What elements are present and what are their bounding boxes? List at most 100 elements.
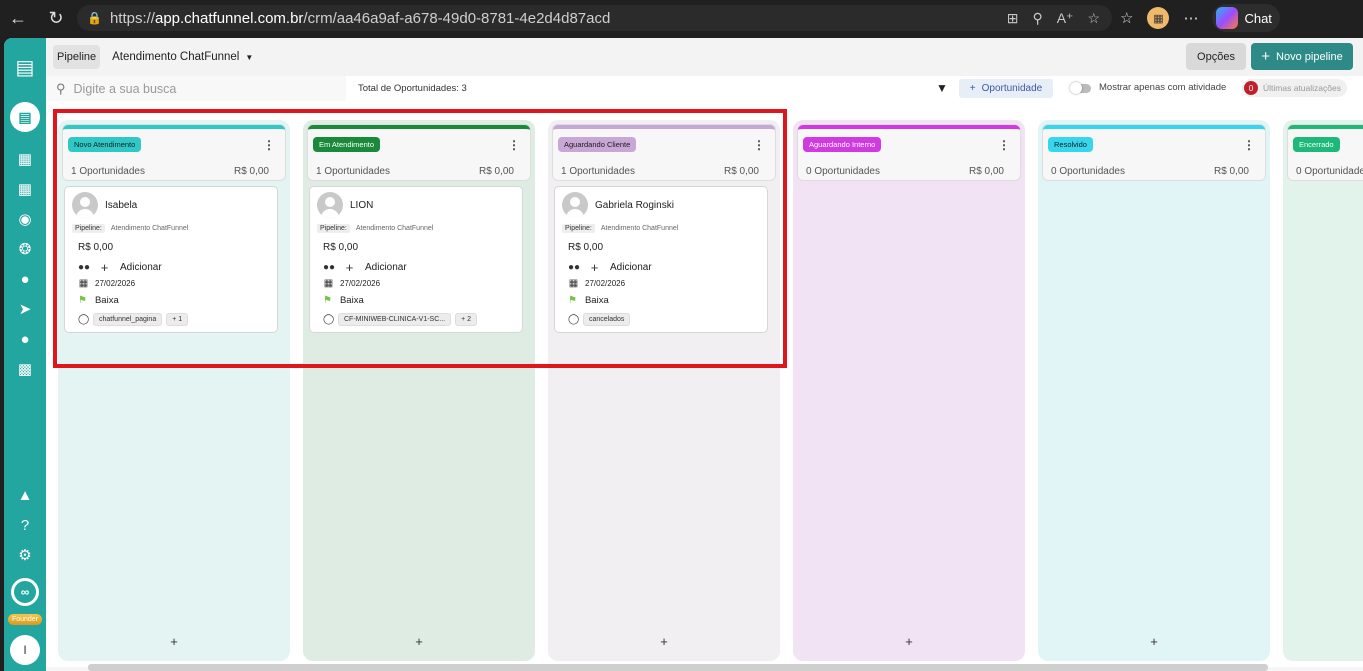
priority-row: ⚑ Baixa — [323, 295, 364, 306]
more-tags-badge[interactable]: + 2 — [455, 313, 478, 326]
more-menu-icon[interactable]: ⋯ — [1183, 9, 1198, 27]
add-card-button[interactable]: + — [548, 634, 780, 649]
card-tag[interactable]: chatfunnel_pagina — [93, 313, 163, 326]
academy-icon[interactable]: ▲ — [4, 480, 46, 510]
lock-icon: 🔒 — [87, 11, 102, 25]
responsible-row[interactable]: ●● + Adicionar — [78, 260, 162, 275]
pipeline-topbar: Pipeline Atendimento ChatFunnel ▼ Opções… — [46, 38, 1363, 76]
favorite-star-icon[interactable]: ☆ — [1087, 10, 1100, 27]
date-row: ▦ 27/02/2026 — [323, 278, 380, 289]
founder-badge: Founder — [7, 614, 43, 625]
latest-updates-button[interactable]: 0 Últimas atualizações — [1242, 79, 1347, 97]
pipeline-value: Atendimento ChatFunnel — [600, 225, 679, 232]
flag-icon: ⚑ — [323, 295, 332, 306]
apps-icon[interactable]: ⊞ — [1007, 10, 1019, 27]
app-window: ▤ ▤ ▦ ▦ ◉ ❂ ● ➤ ● ▩ ▲ ? ⚙ ∞ Founder I Pi… — [4, 38, 1363, 671]
infinity-plan-icon[interactable]: ∞ — [11, 578, 39, 606]
new-pipeline-button[interactable]: + Novo pipeline — [1251, 43, 1353, 70]
column-menu-icon[interactable]: ⋮ — [508, 138, 520, 152]
new-pipeline-label: Novo pipeline — [1276, 50, 1343, 63]
address-bar[interactable]: 🔒 https://app.chatfunnel.com.br/crm/aa46… — [77, 5, 1112, 31]
card-tag[interactable]: cancelados — [583, 313, 631, 326]
opportunity-card[interactable]: Isabela Pipeline: Atendimento ChatFunnel R$… — [64, 186, 278, 333]
refresh-icon[interactable]: ↻ — [38, 0, 74, 36]
zoom-icon[interactable]: ⚲ — [1032, 10, 1042, 27]
card-pipeline: Pipeline: Atendimento ChatFunnel — [72, 224, 188, 233]
robot-icon[interactable]: ◉ — [4, 204, 46, 234]
add-card-button[interactable]: + — [58, 634, 290, 649]
column-menu-icon[interactable]: ⋮ — [1243, 138, 1255, 152]
user-avatar[interactable]: I — [10, 635, 40, 665]
add-card-button[interactable]: + — [1283, 634, 1363, 649]
options-button[interactable]: Opções — [1186, 43, 1246, 70]
sidebar-crm-active-icon[interactable]: ▤ — [10, 102, 40, 132]
contact-name: LION — [350, 200, 374, 211]
contact-avatar — [317, 192, 343, 218]
column-status-badge[interactable]: Resolvido — [1048, 137, 1093, 152]
dashboard-icon[interactable]: ▦ — [4, 144, 46, 174]
read-aloud-icon[interactable]: A⁺ — [1057, 10, 1074, 27]
brain-icon[interactable]: ❂ — [4, 234, 46, 264]
column-status-badge[interactable]: Aguardando Cliente — [558, 137, 637, 152]
horizontal-scrollbar[interactable] — [88, 664, 1268, 671]
add-card-button[interactable]: + — [303, 634, 535, 649]
updates-count-badge: 0 — [1244, 81, 1258, 95]
column-status-badge[interactable]: Encerrado — [1293, 137, 1340, 152]
contact-avatar — [562, 192, 588, 218]
search-input[interactable]: ⚲ Digite a sua busca — [46, 76, 346, 101]
filter-icon[interactable]: ▼ — [936, 81, 948, 95]
kanban-column: Novo Atendimento ⋮ 1 Oportunidades R$ 0,00 +… — [58, 120, 290, 661]
kanban-column: Aguardando Interno ⋮ 0 Oportunidades R$ 0,0… — [793, 120, 1025, 661]
pipeline-selector[interactable]: Atendimento ChatFunnel ▼ — [112, 51, 253, 63]
column-status-badge[interactable]: Aguardando Interno — [803, 137, 882, 152]
column-menu-icon[interactable]: ⋮ — [998, 138, 1010, 152]
responsible-row[interactable]: ●● + Adicionar — [568, 260, 652, 275]
user-icon[interactable]: ● — [4, 264, 46, 294]
pipeline-key: Pipeline: — [72, 224, 105, 233]
card-tag[interactable]: CF-MINIWEB-CLINICA-V1-SC... — [338, 313, 452, 326]
plus-icon: + — [590, 260, 599, 275]
tab-pipeline[interactable]: Pipeline — [53, 45, 101, 69]
calendar-icon: ▦ — [323, 278, 334, 289]
column-status-badge[interactable]: Em Atendimento — [313, 137, 381, 152]
send-icon[interactable]: ➤ — [4, 294, 46, 324]
kanban-column: Aguardando Cliente ⋮ 1 Oportunidades R$ 0,0… — [548, 120, 780, 661]
activity-toggle[interactable] — [1070, 82, 1091, 94]
add-opportunity-button[interactable]: + Oportunidade — [959, 79, 1053, 98]
opportunity-card[interactable]: LION Pipeline: Atendimento ChatFunnel R$ 0,… — [309, 186, 523, 333]
column-value: R$ 0,00 — [723, 166, 759, 177]
column-count: 0 Oportunidades — [1051, 166, 1125, 177]
column-header: Novo Atendimento ⋮ 1 Oportunidades R$ 0,00 — [63, 125, 285, 180]
card-pipeline: Pipeline: Atendimento ChatFunnel — [562, 224, 678, 233]
settings-icon[interactable]: ⚙ — [4, 540, 46, 570]
more-tags-badge[interactable]: + 1 — [166, 313, 189, 326]
reports-icon[interactable]: ▩ — [4, 354, 46, 384]
column-count: 1 Oportunidades — [561, 166, 635, 177]
plus-icon: + — [1261, 48, 1271, 65]
kanban-column: Resolvido ⋮ 0 Oportunidades R$ 0,00 + — [1038, 120, 1270, 661]
opportunity-card[interactable]: Gabriela Roginski Pipeline: Atendimento Ch… — [554, 186, 768, 333]
calculator-extension-icon[interactable]: ▦ — [1147, 7, 1170, 29]
chat-icon[interactable]: ● — [4, 324, 46, 354]
column-menu-icon[interactable]: ⋮ — [263, 138, 275, 152]
add-card-button[interactable]: + — [1038, 634, 1270, 649]
board-icon[interactable]: ▦ — [4, 174, 46, 204]
flag-icon: ⚑ — [568, 295, 577, 306]
map-logo-icon[interactable]: ▤ — [4, 52, 46, 82]
contact-name: Isabela — [105, 200, 138, 211]
copilot-chat-button[interactable]: Chat — [1212, 4, 1280, 32]
column-count: 1 Oportunidades — [71, 166, 145, 177]
column-menu-icon[interactable]: ⋮ — [753, 138, 765, 152]
responsible-row[interactable]: ●● + Adicionar — [323, 260, 407, 275]
column-value: R$ 0,00 — [1213, 166, 1249, 177]
add-card-button[interactable]: + — [793, 634, 1025, 649]
tags-row: ◯ cancelados — [568, 313, 631, 326]
help-icon[interactable]: ? — [4, 510, 46, 540]
add-responsible-label: Adicionar — [365, 262, 407, 273]
sidebar: ▤ ▤ ▦ ▦ ◉ ❂ ● ➤ ● ▩ ▲ ? ⚙ ∞ Founder I — [4, 38, 46, 671]
card-priority: Baixa — [584, 295, 609, 306]
favorites-icon[interactable]: ☆ — [1120, 9, 1133, 27]
back-arrow-icon[interactable]: ← — [0, 0, 36, 36]
column-status-badge[interactable]: Novo Atendimento — [68, 137, 142, 152]
pipeline-name: Atendimento ChatFunnel — [112, 51, 240, 63]
